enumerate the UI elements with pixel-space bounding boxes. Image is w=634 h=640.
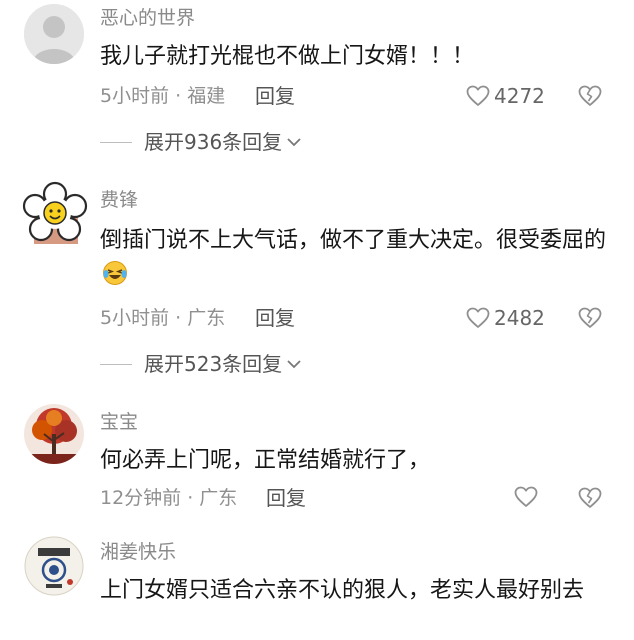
comment-text: 何必弄上门呢，正常结婚就行了，	[100, 448, 431, 473]
comment-meta: 5小时前 · 广东	[100, 307, 226, 329]
divider-line	[100, 141, 132, 143]
expand-replies-button[interactable]: 展开936条回复	[100, 130, 302, 154]
expand-replies-label: 展开523条回复	[144, 352, 283, 376]
like-button[interactable]: 2482	[466, 306, 545, 330]
like-button[interactable]: 4272	[466, 84, 545, 108]
comment-text: 上门女婿只适合六亲不认的狠人，老实人最好别去	[100, 578, 585, 603]
chevron-down-icon	[287, 138, 301, 147]
broken-heart-icon	[578, 85, 602, 106]
divider-line	[100, 363, 132, 365]
comment-text: 我儿子就打光棍也不做上门女婿！！！	[100, 44, 475, 69]
reply-button[interactable]: 回复	[255, 306, 295, 330]
heart-icon	[466, 307, 490, 328]
username[interactable]: 宝宝	[100, 410, 138, 434]
heart-icon	[466, 85, 490, 106]
comment-item: 宝宝 何必弄上门呢，正常结婚就行了， 12分钟前 · 广东 回复	[0, 400, 634, 530]
like-count: 2482	[494, 306, 545, 330]
stamp-avatar-icon	[24, 536, 84, 596]
chevron-down-icon	[287, 360, 301, 369]
dislike-button[interactable]	[577, 84, 603, 108]
laughing-tears-emoji-icon	[103, 261, 127, 285]
heart-icon	[514, 486, 538, 507]
username[interactable]: 费锋	[100, 188, 138, 212]
comment-text: 倒插门说不上大气话，做不了重大决定。很受委屈的	[100, 224, 615, 292]
like-button[interactable]	[514, 486, 542, 508]
broken-heart-icon	[578, 307, 602, 328]
expand-replies-button[interactable]: 展开523条回复	[100, 352, 302, 376]
broken-heart-icon	[578, 487, 602, 508]
dislike-button[interactable]	[577, 486, 603, 510]
comment-meta: 12分钟前 · 广东	[100, 487, 238, 509]
avatar[interactable]	[24, 536, 84, 596]
like-count: 4272	[494, 84, 545, 108]
flower-avatar-icon	[22, 181, 88, 244]
username[interactable]: 恶心的世界	[100, 6, 195, 30]
reply-button[interactable]: 回复	[255, 84, 295, 108]
expand-replies-label: 展开936条回复	[144, 130, 283, 154]
avatar[interactable]	[24, 404, 84, 464]
comment-text-body: 倒插门说不上大气话，做不了重大决定。很受委屈的	[100, 228, 607, 253]
comment-meta: 5小时前 · 福建	[100, 85, 226, 107]
username[interactable]: 湘姜快乐	[100, 540, 176, 564]
autumn-tree-avatar-icon	[24, 404, 84, 464]
avatar[interactable]	[20, 180, 90, 250]
default-avatar-icon	[24, 4, 84, 64]
avatar[interactable]	[24, 4, 84, 64]
comment-item: 湘姜快乐 上门女婿只适合六亲不认的狠人，老实人最好别去	[0, 532, 634, 640]
dislike-button[interactable]	[577, 306, 603, 330]
comment-item: 恶心的世界 我儿子就打光棍也不做上门女婿！！！ 5小时前 · 福建 回复 427…	[0, 0, 634, 170]
comment-item: 费锋 倒插门说不上大气话，做不了重大决定。很受委屈的 5小时前 · 广东 回复 …	[0, 170, 634, 390]
reply-button[interactable]: 回复	[266, 486, 306, 510]
